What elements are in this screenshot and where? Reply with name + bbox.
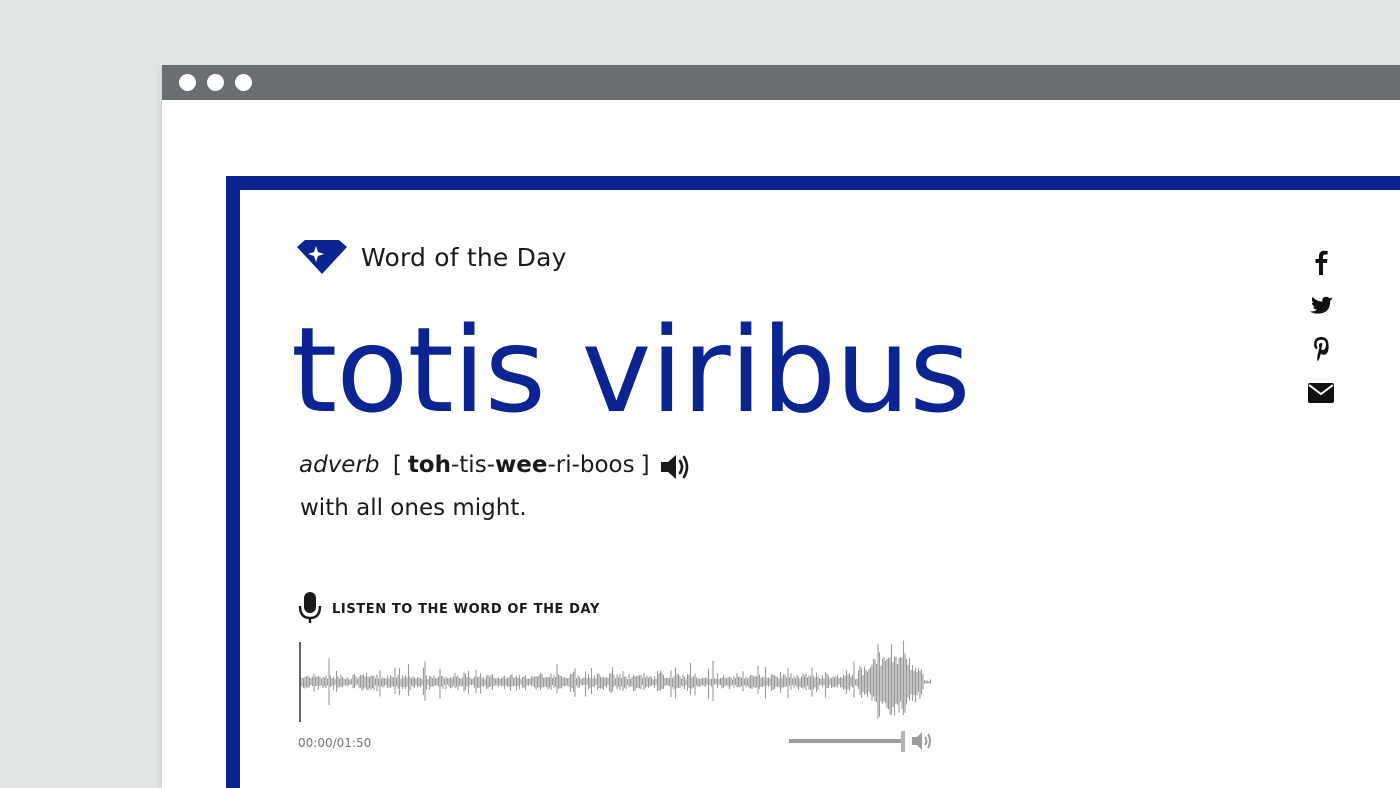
bracket-open: [ bbox=[392, 452, 402, 478]
section-title: Word of the Day bbox=[361, 243, 567, 272]
syllable: -ri-boos bbox=[547, 452, 635, 478]
audio-waveform[interactable] bbox=[298, 640, 938, 724]
volume-slider-track[interactable] bbox=[789, 739, 902, 743]
listen-label: LISTEN TO THE WORD OF THE DAY bbox=[332, 602, 600, 617]
volume-icon[interactable] bbox=[911, 731, 933, 751]
syllable-stressed: toh bbox=[407, 452, 451, 478]
pinterest-icon[interactable] bbox=[1306, 335, 1336, 363]
email-icon[interactable] bbox=[1306, 379, 1336, 407]
twitter-icon[interactable] bbox=[1306, 292, 1336, 320]
window-minimize-dot[interactable] bbox=[207, 74, 224, 91]
definition-text: with all ones might. bbox=[300, 495, 527, 521]
diamond-icon bbox=[297, 240, 347, 274]
bracket-close: ] bbox=[640, 452, 650, 478]
syllable: -tis- bbox=[450, 452, 495, 478]
part-of-speech: adverb bbox=[299, 452, 380, 478]
syllable-stressed: wee bbox=[494, 452, 548, 478]
window-titlebar bbox=[162, 65, 1400, 100]
microphone-icon bbox=[298, 592, 322, 623]
volume-slider-handle[interactable] bbox=[901, 731, 905, 752]
window-maximize-dot[interactable] bbox=[235, 74, 252, 91]
audio-time: 00:00/01:50 bbox=[298, 736, 372, 750]
word-title: totis viribus bbox=[291, 301, 971, 439]
pronunciation-line: adverb [toh-tis-wee-ri-boos] bbox=[299, 452, 656, 478]
pronunciation-speaker-icon[interactable] bbox=[660, 453, 692, 481]
facebook-icon[interactable] bbox=[1306, 248, 1336, 276]
window-close-dot[interactable] bbox=[179, 74, 196, 91]
